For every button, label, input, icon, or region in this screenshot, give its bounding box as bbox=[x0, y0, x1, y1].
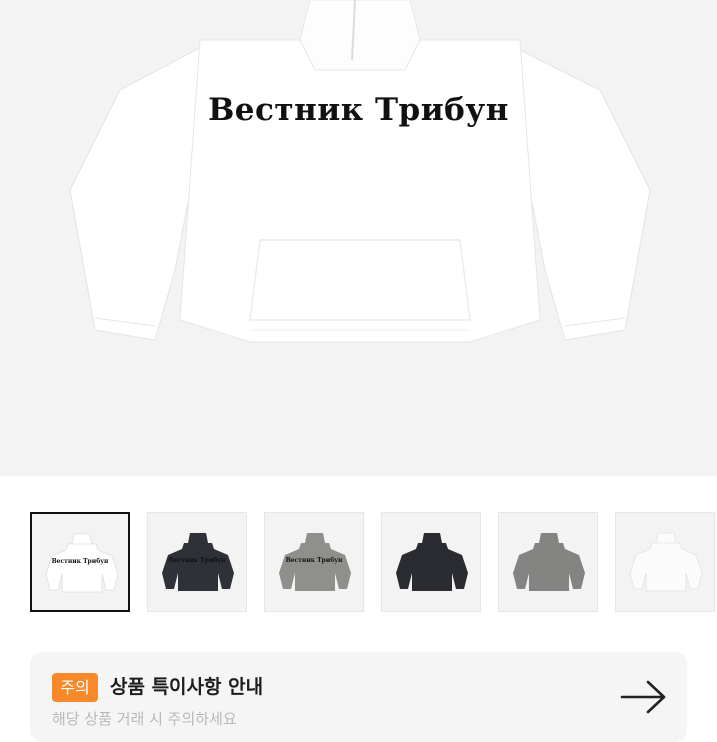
hoodie-illustration bbox=[69, 0, 651, 343]
thumbnail-print-text: Вестник Трибун bbox=[168, 557, 226, 564]
thumbnail-print-text: Вестник Трибун bbox=[285, 557, 343, 564]
notice-subtitle: 해당 상품 거래 시 주의하세요 bbox=[52, 710, 237, 728]
hoodie-thumb-4 bbox=[396, 533, 468, 591]
arrow-right-icon[interactable] bbox=[620, 680, 668, 714]
hoodie-shape bbox=[513, 533, 585, 591]
thumbnail-6[interactable] bbox=[615, 512, 715, 612]
notice-title: 상품 특이사항 안내 bbox=[110, 676, 264, 698]
thumbnail-2[interactable]: Вестник Трибун bbox=[147, 512, 247, 612]
hoodie-shape bbox=[629, 532, 703, 592]
thumbnail-gallery: Вестник Трибун Вестник Трибун Вестник Тр… bbox=[30, 512, 717, 612]
product-image[interactable]: Вестник Трибун bbox=[0, 0, 717, 476]
hoodie-shape bbox=[396, 533, 468, 591]
hoodie-thumb-5 bbox=[513, 533, 585, 591]
hoodie-thumb-6 bbox=[629, 532, 703, 592]
thumbnail-4[interactable] bbox=[381, 512, 481, 612]
thumbnail-3[interactable]: Вестник Трибун bbox=[264, 512, 364, 612]
thumbnail-5[interactable] bbox=[498, 512, 598, 612]
hoodie-print-text: Вестник Трибун bbox=[208, 92, 509, 128]
caution-badge: 주의 bbox=[52, 673, 98, 702]
thumbnail-print-text: Вестник Трибун bbox=[51, 558, 109, 565]
thumbnail-1[interactable]: Вестник Трибун bbox=[30, 512, 130, 612]
product-notice-card[interactable]: 주의 상품 특이사항 안내 해당 상품 거래 시 주의하세요 bbox=[30, 652, 687, 742]
